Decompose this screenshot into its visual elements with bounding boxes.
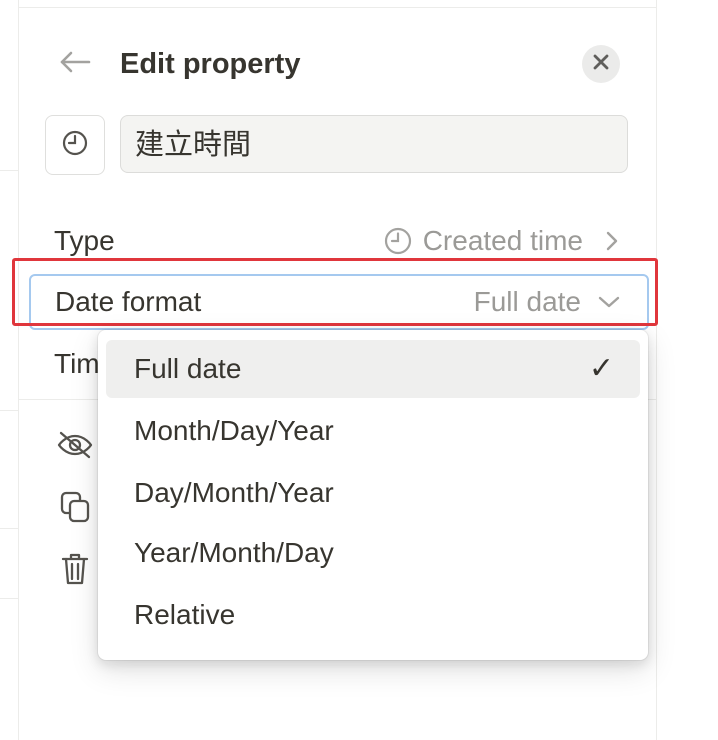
date-format-value: Full date: [474, 286, 621, 318]
hide-property-button[interactable]: [55, 427, 95, 467]
checkmark-icon: ✓: [588, 351, 614, 386]
time-format-label: Tim: [54, 348, 100, 379]
eye-off-icon: [57, 430, 93, 465]
chevron-down-icon: [591, 295, 621, 309]
clock-icon: [61, 129, 89, 162]
option-day-month-year[interactable]: Day/Month/Year: [106, 464, 640, 522]
option-year-month-day[interactable]: Year/Month/Day: [106, 524, 640, 582]
delete-property-button[interactable]: [55, 551, 95, 591]
duplicate-property-button[interactable]: [55, 489, 95, 529]
close-icon: [592, 53, 610, 76]
panel-title: Edit property: [120, 48, 301, 80]
property-name-input[interactable]: 建立時間: [120, 115, 628, 173]
background-divider: [0, 528, 18, 529]
date-format-row[interactable]: Date format Full date: [29, 274, 649, 330]
option-label: Day/Month/Year: [134, 477, 334, 508]
background-right-column: [656, 0, 718, 740]
arrow-left-icon: [58, 50, 92, 79]
date-format-value-text: Full date: [473, 286, 581, 317]
type-label: Type: [54, 225, 115, 256]
option-month-day-year[interactable]: Month/Day/Year: [106, 402, 640, 460]
type-row[interactable]: Type Created time: [29, 213, 647, 271]
chevron-right-icon: [593, 229, 619, 253]
background-divider: [0, 410, 18, 411]
option-label: Full date: [134, 353, 242, 384]
background-divider: [0, 170, 18, 171]
back-button[interactable]: [55, 46, 95, 82]
option-label: Month/Day/Year: [134, 415, 334, 446]
type-value-text: Created time: [422, 225, 583, 256]
background-divider: [0, 598, 18, 599]
property-name-row: 建立時間: [19, 115, 656, 177]
duplicate-icon: [59, 490, 91, 529]
property-icon-button[interactable]: [45, 115, 105, 175]
panel-header: Edit property: [19, 38, 656, 90]
date-format-label: Date format: [55, 286, 202, 317]
type-value: Created time: [383, 225, 619, 257]
option-label: Year/Month/Day: [134, 537, 334, 568]
date-format-dropdown: Full date ✓ Month/Day/Year Day/Month/Yea…: [98, 330, 648, 660]
close-button[interactable]: [582, 45, 620, 83]
option-label: Relative: [134, 599, 236, 630]
background-left-column: [0, 0, 19, 740]
clock-icon: [383, 226, 413, 256]
option-full-date[interactable]: Full date ✓: [106, 340, 640, 398]
trash-icon: [61, 552, 89, 591]
option-relative[interactable]: Relative: [106, 586, 640, 644]
